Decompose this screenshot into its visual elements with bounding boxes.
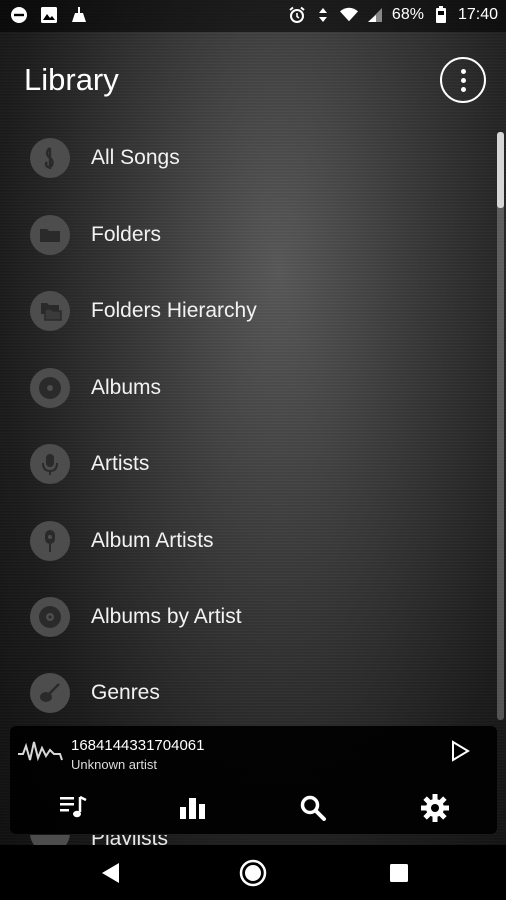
guitar-icon bbox=[30, 673, 70, 713]
signal-icon bbox=[366, 6, 384, 24]
disc-artist-icon bbox=[30, 597, 70, 637]
library-item-label: All Songs bbox=[91, 146, 180, 169]
library-item-label: Album Artists bbox=[91, 529, 214, 552]
search-icon bbox=[300, 795, 326, 821]
more-vert-icon bbox=[460, 67, 466, 94]
library-item-label: Artists bbox=[91, 452, 150, 475]
recents-button[interactable] bbox=[381, 855, 417, 891]
library-item-folders[interactable]: Folders bbox=[0, 197, 495, 273]
scrollbar-track[interactable] bbox=[497, 132, 504, 720]
treble-clef-icon bbox=[30, 138, 70, 178]
gear-icon bbox=[421, 794, 449, 822]
equalizer-icon bbox=[180, 798, 205, 819]
track-title: 1684144331704061 bbox=[71, 737, 205, 754]
library-item-label: Albums by Artist bbox=[91, 605, 242, 628]
home-icon bbox=[239, 859, 267, 887]
system-nav-bar bbox=[0, 845, 506, 900]
scrollbar-thumb[interactable] bbox=[497, 132, 504, 208]
library-item-label: Playlists bbox=[91, 835, 168, 845]
library-item-artists[interactable]: Artists bbox=[0, 426, 495, 502]
library-item-folders-hierarchy[interactable]: Folders Hierarchy bbox=[0, 273, 495, 349]
library-item-playlists[interactable]: Playlists bbox=[30, 835, 290, 845]
mini-player[interactable]: 1684144331704061 Unknown artist bbox=[10, 726, 497, 834]
library-item-album-artists[interactable]: Album Artists bbox=[0, 503, 495, 579]
play-icon bbox=[452, 740, 470, 762]
recents-icon bbox=[390, 864, 408, 882]
track-artist: Unknown artist bbox=[71, 757, 157, 772]
microphone-icon bbox=[30, 444, 70, 484]
library-tab[interactable] bbox=[54, 788, 94, 828]
back-icon bbox=[102, 863, 119, 883]
waveform-icon bbox=[18, 736, 64, 771]
data-arrows-icon bbox=[314, 6, 332, 24]
library-item-label: Folders Hierarchy bbox=[91, 299, 257, 322]
equalizer-tab[interactable] bbox=[173, 788, 213, 828]
folder-icon bbox=[30, 215, 70, 255]
library-item-all-songs[interactable]: All Songs bbox=[0, 120, 495, 196]
battery-percent: 68% bbox=[391, 6, 424, 23]
page-title: Library bbox=[24, 62, 119, 97]
search-tab[interactable] bbox=[293, 788, 333, 828]
battery-icon bbox=[432, 6, 450, 24]
home-button[interactable] bbox=[235, 855, 271, 891]
settings-tab[interactable] bbox=[415, 788, 455, 828]
library-item-label: Folders bbox=[91, 223, 162, 246]
library-item-label: Albums bbox=[91, 376, 162, 399]
folder-tree-icon bbox=[30, 291, 70, 331]
alarm-icon bbox=[288, 6, 306, 24]
microphone-album-icon bbox=[30, 521, 70, 561]
library-item-label: Genres bbox=[91, 681, 160, 704]
more-options-button[interactable] bbox=[440, 57, 486, 103]
status-bar: 68% 17:40 bbox=[0, 0, 506, 32]
wifi-icon bbox=[339, 6, 358, 24]
library-item-albums-by-artist[interactable]: Albums by Artist bbox=[0, 579, 495, 655]
bottom-tabs bbox=[10, 788, 497, 828]
library-item-albums[interactable]: Albums bbox=[0, 350, 495, 426]
music-library-icon bbox=[60, 795, 87, 818]
back-button[interactable] bbox=[92, 855, 128, 891]
playlist-icon bbox=[30, 835, 70, 845]
image-icon bbox=[40, 6, 58, 24]
do-not-disturb-icon bbox=[10, 6, 28, 24]
library-item-genres[interactable]: Genres bbox=[0, 655, 495, 731]
cleaner-icon bbox=[70, 6, 88, 24]
disc-icon bbox=[30, 368, 70, 408]
clock: 17:40 bbox=[457, 6, 498, 23]
play-button[interactable] bbox=[447, 738, 473, 764]
